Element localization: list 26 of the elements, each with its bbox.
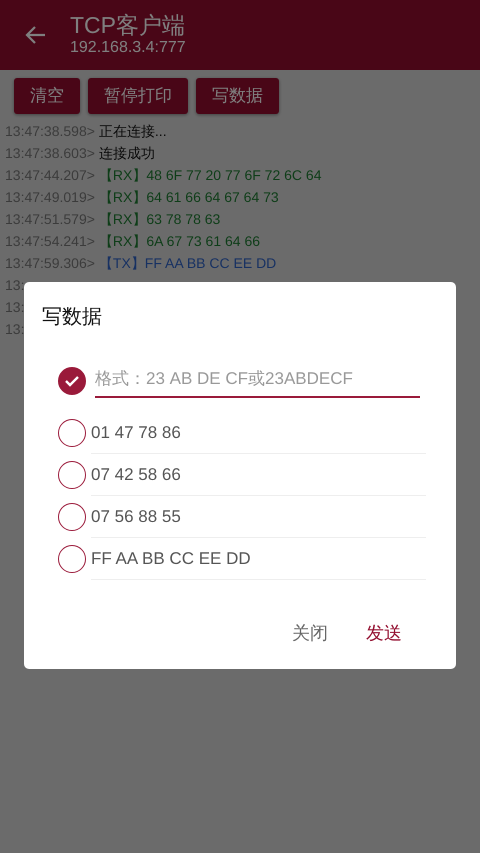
radio-button[interactable] [58, 545, 86, 573]
header-subtitle: 192.168.3.4:777 [70, 38, 186, 58]
radio-button[interactable] [58, 419, 86, 447]
radio-button[interactable] [58, 367, 86, 395]
toolbar-button[interactable]: 清空 [14, 78, 80, 114]
header-title: TCP客户端 [70, 12, 186, 38]
send-button[interactable]: 发送 [352, 612, 416, 655]
option-label[interactable]: 01 47 78 86 [91, 412, 426, 454]
log-message: 连接成功 [98, 144, 155, 160]
check-icon [64, 375, 80, 387]
log-message: 【TX】FF AA BB CC EE DD [98, 254, 276, 270]
option-label[interactable]: FF AA BB CC EE DD [91, 538, 426, 580]
close-button[interactable]: 关闭 [278, 612, 342, 655]
log-message: 【RX】6A 67 73 61 64 66 [98, 232, 260, 248]
log-message: 【RX】64 61 66 64 67 64 73 [98, 188, 279, 204]
radio-button[interactable] [58, 503, 86, 531]
log-message: 【RX】48 6F 77 20 77 6F 72 6C 64 [98, 166, 322, 182]
radio-button[interactable] [58, 461, 86, 489]
log-message: 【RX】63 78 78 63 [98, 210, 220, 226]
option-label[interactable]: 07 42 58 66 [91, 454, 426, 496]
dialog-title: 写数据 [42, 305, 103, 330]
toolbar-button[interactable]: 暂停打印 [88, 78, 188, 114]
toolbar-button[interactable]: 写数据 [196, 78, 279, 114]
option-label[interactable]: 07 56 88 55 [91, 496, 426, 538]
log-message: 正在连接... [98, 122, 167, 138]
back-icon[interactable] [24, 25, 46, 45]
